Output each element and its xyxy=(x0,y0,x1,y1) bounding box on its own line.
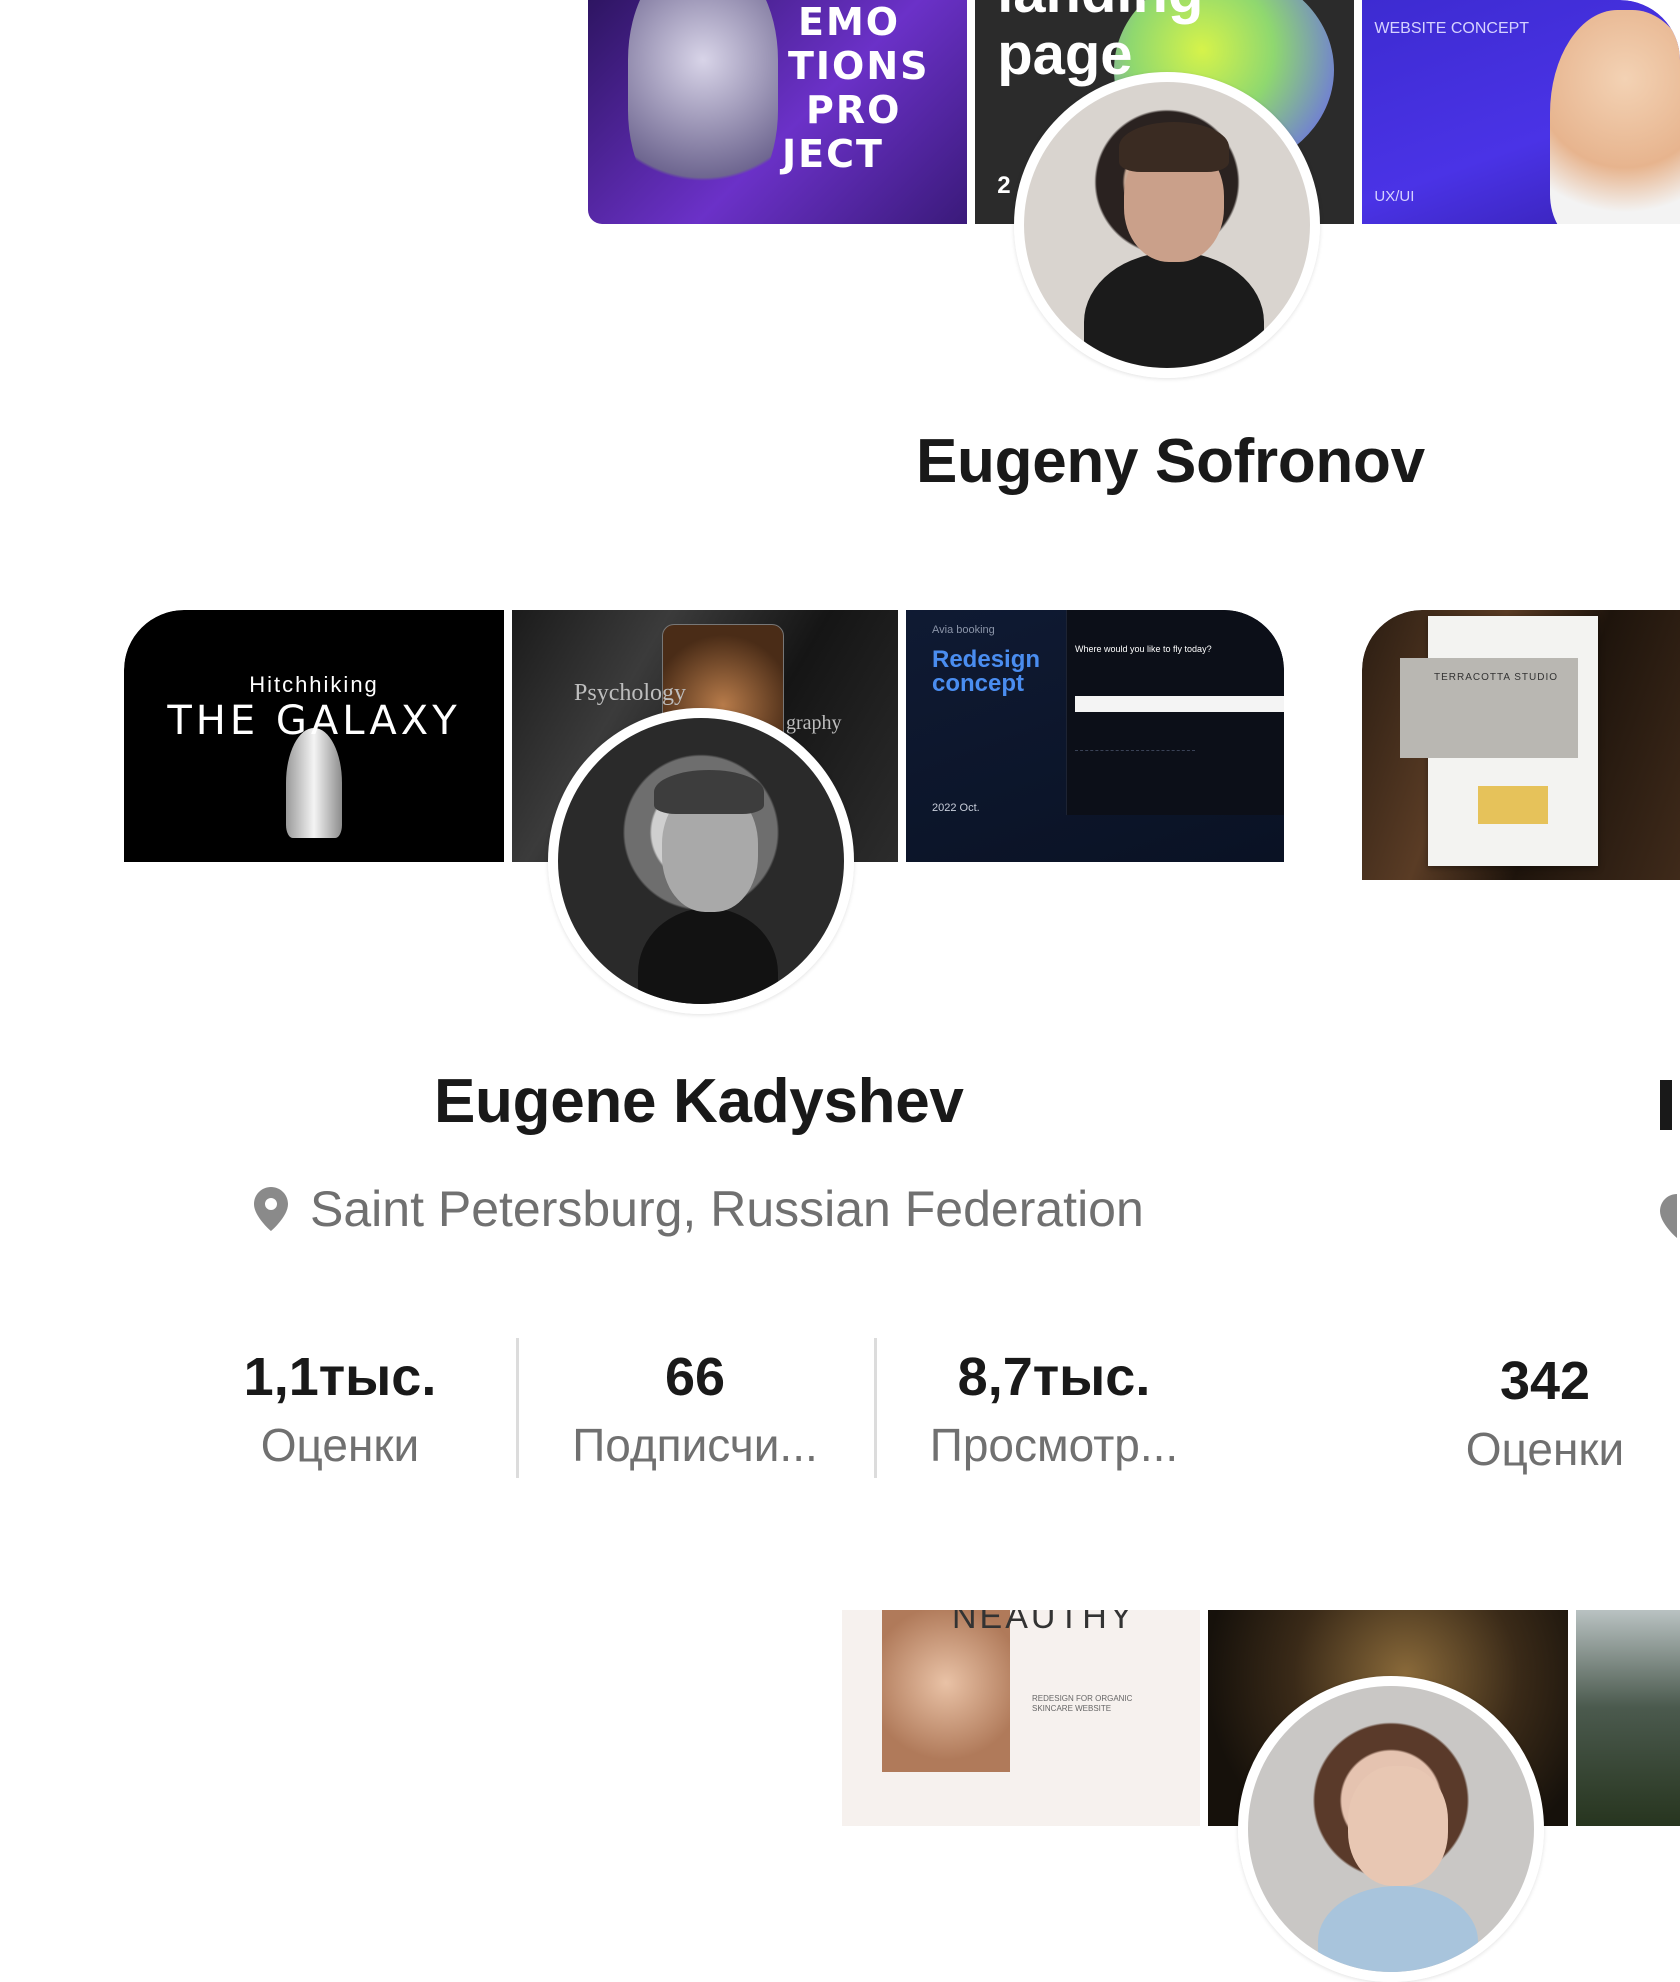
project-title: NEAUTHY xyxy=(952,1610,1136,1636)
project-tile-emotions[interactable]: EMO TIONS PRO JECT xyxy=(588,0,968,224)
rocket-icon xyxy=(286,728,342,838)
project-date: 2022 Oct. xyxy=(932,802,980,814)
location-pin-icon xyxy=(254,1187,288,1231)
project-tile-terracotta[interactable]: TERRACOTTA STUDIO xyxy=(1362,610,1680,880)
project-title: TERRACOTTA STUDIO xyxy=(1434,672,1559,683)
project-title: THE GALAXY xyxy=(167,698,461,744)
creator-name-cropped[interactable] xyxy=(1660,1080,1680,1140)
stat-followers: 66 Подписчи... xyxy=(572,1347,818,1471)
project-year: 2 xyxy=(997,172,1011,199)
avatar[interactable] xyxy=(1238,1676,1544,1982)
project-title: Redesign concept xyxy=(932,646,1041,697)
project-subtitle: REDESIGN FOR ORGANIC SKINCARE WEBSITE xyxy=(1032,1694,1133,1713)
avatar[interactable] xyxy=(1014,72,1320,378)
project-title: EMO TIONS PRO JECT xyxy=(782,0,930,176)
project-tile-galaxy[interactable]: Hitchhiking THE GALAXY xyxy=(124,610,504,862)
project-title-2: graphy xyxy=(786,712,842,734)
avatar[interactable] xyxy=(548,708,854,1014)
location: Saint Petersburg, Russian Federation xyxy=(254,1180,1144,1238)
location-pin-icon xyxy=(1660,1194,1677,1238)
project-tile-avia[interactable]: Avia booking Redesign concept 2022 Oct. … xyxy=(906,610,1284,862)
location-text: Saint Petersburg, Russian Federation xyxy=(310,1181,1144,1237)
project-tile-website-concept[interactable]: WEBSITE CONCEPT UX/UI xyxy=(1362,0,1680,224)
creator-name[interactable]: Eugene Kadyshev xyxy=(434,1066,964,1137)
project-tile-neauthy[interactable]: NEAUTHY REDESIGN FOR ORGANIC SKINCARE WE… xyxy=(842,1610,1200,1826)
project-title: Psychology xyxy=(574,680,687,706)
project-subtitle: Hitchhiking xyxy=(249,672,379,697)
project-strip: TERRACOTTA STUDIO xyxy=(1362,610,1680,880)
stat-ratings: 1,1тыс. Оценки xyxy=(243,1347,437,1471)
stat-divider xyxy=(516,1338,519,1478)
project-title: WEBSITE CONCEPT xyxy=(1374,20,1530,37)
project-subtitle: UX/UI xyxy=(1374,188,1415,205)
stat-ratings: 342 Оценки xyxy=(1465,1351,1625,1475)
stat-divider xyxy=(874,1338,877,1478)
stat-views: 8,7тыс. Просмотр... xyxy=(929,1347,1179,1471)
creator-name[interactable]: Eugeny Sofronov xyxy=(916,426,1425,497)
project-kicker: Avia booking xyxy=(932,624,995,636)
project-tile-landscape[interactable] xyxy=(1576,1610,1680,1826)
